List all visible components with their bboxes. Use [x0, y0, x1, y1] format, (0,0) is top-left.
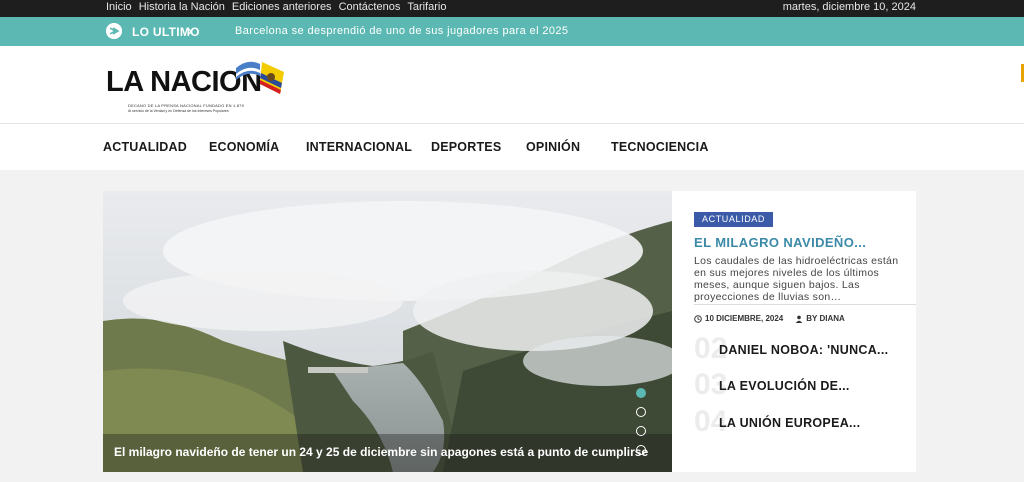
- article-meta: 10 DICIEMBRE, 2024 BY DIANA: [694, 314, 845, 323]
- related-title[interactable]: LA UNIÓN EUROPEA...: [719, 416, 860, 430]
- link-tarifario[interactable]: Tarifario: [407, 1, 446, 13]
- slider-dot-3[interactable]: [636, 426, 646, 436]
- nav-internacional[interactable]: INTERNACIONAL: [306, 140, 412, 154]
- hero-slider[interactable]: El milagro navideño de tener un 24 y 25 …: [103, 191, 672, 472]
- nav-deportes[interactable]: DEPORTES: [431, 140, 501, 154]
- nav-economia[interactable]: ECONOMÍA: [209, 140, 279, 154]
- related-item[interactable]: 04 LA UNIÓN EUROPEA...: [694, 405, 916, 440]
- panel-divider: [694, 304, 916, 305]
- nav-opinion[interactable]: OPINIÓN: [526, 140, 580, 154]
- link-contactenos[interactable]: Contáctenos: [339, 1, 401, 13]
- site-header: LA NACION DECANO DE LA PRENSA NACIONAL F…: [0, 46, 1024, 124]
- ticker-icon: [106, 23, 122, 39]
- link-ediciones[interactable]: Ediciones anteriores: [232, 1, 332, 13]
- related-title[interactable]: DANIEL NOBOA: 'NUNCA...: [719, 343, 888, 357]
- hero-caption[interactable]: El milagro navideño de tener un 24 y 25 …: [114, 445, 648, 459]
- related-item[interactable]: 03 LA EVOLUCIÓN DE...: [694, 368, 916, 403]
- featured-title[interactable]: EL MILAGRO NAVIDEÑO...: [694, 235, 866, 250]
- logo-subtagline: Al servicio de la Verdad y en Defensa de…: [128, 109, 229, 113]
- related-item[interactable]: 02 DANIEL NOBOA: 'NUNCA...: [694, 332, 916, 367]
- nav-tecnociencia[interactable]: TECNOCIENCIA: [611, 140, 709, 154]
- flag-emblem-icon: [236, 61, 284, 94]
- article-author[interactable]: BY DIANA: [806, 314, 845, 323]
- link-inicio[interactable]: Inicio: [106, 1, 132, 13]
- slider-dot-4[interactable]: [636, 445, 646, 455]
- slider-dot-2[interactable]: [636, 407, 646, 417]
- article-date: 10 DICIEMBRE, 2024: [705, 314, 784, 323]
- featured-excerpt: Los caudales de las hidroeléctricas está…: [694, 255, 899, 303]
- main-nav: ACTUALIDAD ECONOMÍA INTERNACIONAL DEPORT…: [0, 124, 1024, 170]
- top-bar: Inicio Historia la Nación Ediciones ante…: [0, 0, 1024, 17]
- link-historia[interactable]: Historia la Nación: [139, 1, 225, 13]
- slider-dot-1[interactable]: [636, 388, 646, 398]
- breaking-ticker: LO ULTIMO › Barcelona se desprendió de u…: [0, 17, 1024, 46]
- category-badge[interactable]: ACTUALIDAD: [694, 212, 774, 227]
- site-logo[interactable]: LA NACION DECANO DE LA PRENSA NACIONAL F…: [104, 54, 289, 116]
- ticker-headline[interactable]: Barcelona se desprendió de uno de sus ju…: [235, 25, 568, 37]
- nav-actualidad[interactable]: ACTUALIDAD: [103, 140, 187, 154]
- current-date: martes, diciembre 10, 2024: [782, 1, 916, 13]
- related-title[interactable]: LA EVOLUCIÓN DE...: [719, 379, 850, 393]
- logo-tagline: DECANO DE LA PRENSA NACIONAL FUNDADO EN …: [128, 103, 244, 108]
- hero-image: [103, 191, 672, 472]
- top-links: Inicio Historia la Nación Ediciones ante…: [106, 1, 446, 13]
- user-icon: [796, 315, 803, 323]
- featured-panel: ACTUALIDAD EL MILAGRO NAVIDEÑO... Los ca…: [672, 191, 916, 472]
- clock-icon: [694, 314, 702, 323]
- chevron-right-icon[interactable]: ›: [188, 24, 192, 38]
